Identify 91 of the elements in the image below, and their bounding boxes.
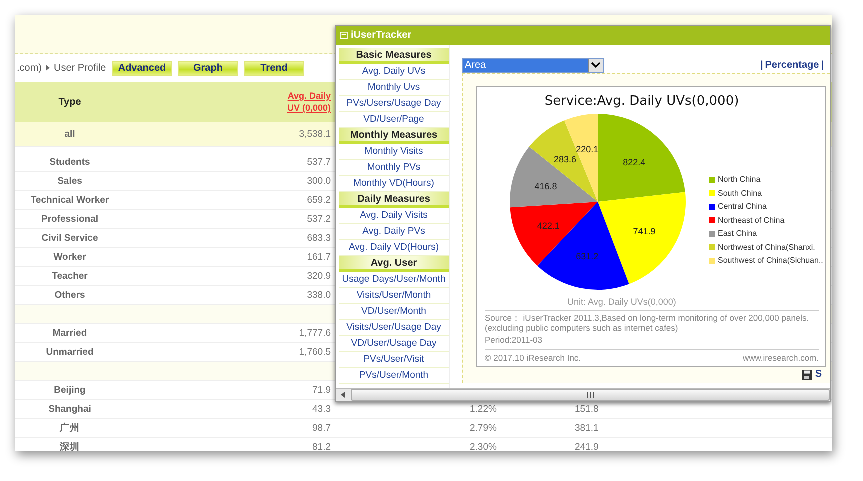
table-cell: 151.8	[575, 404, 599, 414]
table-cell-text: Others	[54, 290, 86, 300]
sidebar-item[interactable]: Avg. Daily PVs	[339, 224, 449, 240]
table-cell-text: 1,777.6	[298, 328, 331, 338]
sidebar-item[interactable]: Monthly Visits	[339, 144, 449, 160]
sidebar-item[interactable]: Monthly PVs	[339, 160, 449, 176]
sidebar-item[interactable]: VD/User/Month	[339, 304, 449, 320]
table-cell-text: Professional	[40, 214, 100, 224]
table-cell-text: 537.7	[306, 156, 331, 168]
sidebar-item[interactable]: Monthly Uvs	[339, 80, 449, 96]
percentage-link[interactable]: Percentage	[765, 60, 820, 70]
table-cell: 241.9	[575, 442, 599, 451]
legend-label: Northwest of China(Shanxi.	[718, 242, 816, 252]
table-cell-text: 683.3	[306, 232, 331, 244]
window-title: iUserTracker	[351, 30, 412, 41]
view-button[interactable]: Trend	[244, 60, 304, 76]
slice-label: 416.8	[534, 182, 558, 192]
period-note: Period:2011-03	[485, 335, 819, 350]
breadcrumb-arrow-icon	[46, 65, 50, 71]
save-link[interactable]: S	[815, 369, 822, 380]
table-cell-text: 320.9	[306, 270, 331, 282]
table-cell-text: 338.0	[306, 290, 331, 300]
table-cell-text: 43.3	[312, 404, 331, 414]
sidebar-section-header: Daily Measures	[339, 192, 449, 208]
table-cell: 381.1	[575, 422, 599, 434]
sidebar-item[interactable]: PVs/User/Month	[339, 368, 449, 384]
view-button[interactable]: Graph	[178, 60, 238, 76]
separator-text: |	[760, 60, 764, 70]
table-cell-text: Shanghai	[48, 404, 92, 414]
sidebar-item[interactable]: Avg. Daily UVs	[339, 64, 449, 80]
separator-text: |	[821, 60, 824, 70]
table-cell-text: 161.7	[306, 252, 331, 262]
table-cell-text: Unmarried	[45, 346, 95, 358]
sidebar-item[interactable]: Visits/User/Month	[339, 288, 449, 304]
sidebar-item[interactable]: PVs/User/Visit	[339, 352, 449, 368]
copyright-text: © 2017.10 iResearch Inc.	[485, 353, 582, 363]
sidebar-item[interactable]: PVs/Users/Usage Day	[339, 96, 449, 112]
legend-label: Northeast of China	[718, 216, 785, 225]
legend-label: Central China	[718, 202, 767, 212]
table-cell-text: 98.7	[312, 422, 331, 434]
legend-label: South China	[718, 188, 762, 198]
table-cell-text: 537.2	[306, 214, 331, 224]
sidebar-item[interactable]: VD/User/Usage Day	[339, 336, 449, 352]
slice-label: 220.1	[576, 144, 599, 154]
breadcrumb-text: .com)	[17, 62, 42, 74]
table-cell-text: Beijing	[53, 384, 87, 396]
sidebar-section-header: Monthly Measures	[339, 128, 449, 144]
slice-label: 422.1	[537, 221, 560, 232]
legend-label: North China	[718, 175, 761, 184]
table-cell-text: 3,538.1	[298, 128, 331, 140]
sidebar-section-header: Basic Measures	[339, 48, 449, 64]
sidebar-item[interactable]: Visits/User/Usage Day	[339, 320, 449, 336]
table-cell-text: Sales	[56, 176, 84, 186]
sidebar-item[interactable]: Usage Days/User/Month	[339, 272, 449, 288]
table-cell-text: 1,760.5	[298, 346, 331, 358]
table-cell-text: Civil Service	[40, 232, 100, 244]
caret-icon	[588, 58, 603, 72]
table-cell-text: 71.9	[312, 384, 331, 396]
window-icon	[340, 32, 348, 39]
column-header: Type	[58, 96, 82, 110]
source-note: Source： iUserTracker 2011.3,Based on long-term monitoring of over 200,000 panels. (excluding public computers such as internet cafes)	[485, 310, 819, 333]
slice-label: 631.2	[576, 252, 599, 262]
legend-label: East China	[718, 229, 758, 238]
breadcrumb-current: User Profile	[54, 62, 106, 74]
chart-title: Service:Avg. Daily UVs(0,000)	[544, 94, 740, 109]
table-cell-text: Married	[52, 328, 88, 338]
sidebar-section-header: Avg. User	[339, 256, 449, 272]
table-cell-text: all	[64, 128, 76, 140]
table-cell-text: 2.79%	[470, 422, 498, 434]
slice-label: 741.9	[633, 226, 656, 236]
table-cell-text: 81.2	[312, 442, 331, 451]
grip-icon	[587, 392, 594, 398]
table-cell-text: Worker	[52, 252, 88, 262]
table-cell-text: 300.0	[306, 176, 331, 186]
website-text: www.iresearch.com.	[742, 353, 819, 363]
table-cell-text: 深圳	[59, 440, 81, 451]
table-cell-text: Students	[48, 156, 92, 168]
table-cell-text: 广州	[59, 422, 81, 434]
view-button[interactable]: Advanced	[112, 60, 172, 76]
slice-label: 283.6	[554, 154, 577, 164]
sidebar-item[interactable]: Avg. Daily Visits	[339, 208, 449, 224]
legend-label: Southwest of China(Sichuan..	[718, 256, 824, 266]
table-cell-text: Teacher	[51, 270, 89, 282]
table-cell-text: 2.30%	[470, 442, 498, 451]
unit-note: Unit: Avg. Daily UVs(0,000)	[566, 297, 678, 307]
slice-label: 822.4	[623, 157, 646, 168]
table-cell-text: Technical Worker	[30, 194, 110, 206]
table-cell-text: 1.22%	[470, 404, 498, 414]
area-select[interactable]: Area	[462, 58, 604, 72]
scroll-left-arrow-icon[interactable]	[341, 392, 345, 398]
table-cell-text: 659.2	[306, 194, 331, 206]
